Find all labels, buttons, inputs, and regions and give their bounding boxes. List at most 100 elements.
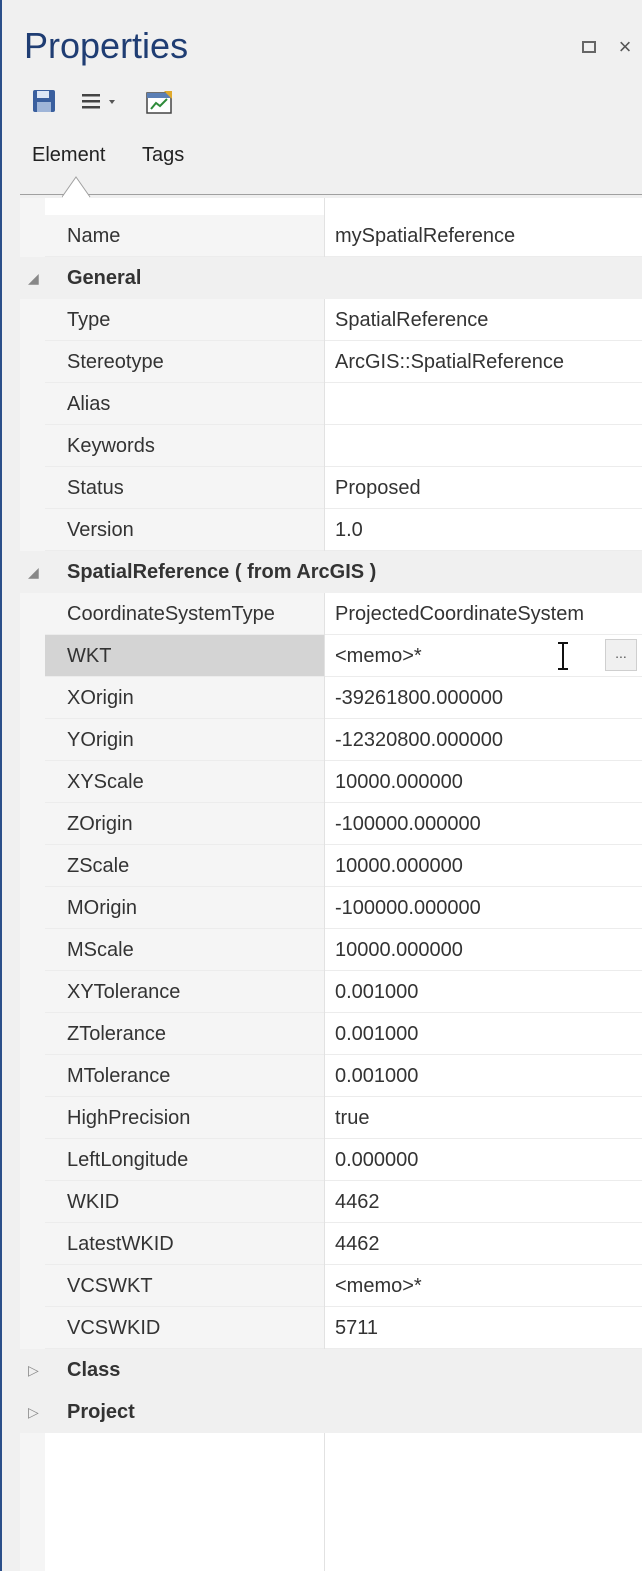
property-value[interactable]: SpatialReference (335, 307, 488, 333)
property-value[interactable]: -12320800.000000 (335, 727, 503, 753)
property-value[interactable]: 0.001000 (335, 1021, 418, 1047)
collapse-triangle-icon[interactable]: ◢ (28, 268, 39, 288)
tab-tags[interactable]: Tags (142, 142, 184, 168)
property-value[interactable]: mySpatialReference (335, 223, 515, 249)
panel-title: Properties (24, 25, 189, 66)
property-label: LeftLongitude (67, 1149, 189, 1171)
property-label: Name (67, 225, 121, 247)
property-value[interactable]: 0.001000 (335, 979, 418, 1005)
active-tab-pointer (62, 176, 91, 198)
tab-element[interactable]: Element (32, 142, 105, 168)
toolbar (2, 80, 642, 128)
property-row-zscale[interactable]: ZScale 10000.000000 (20, 845, 642, 887)
property-label: Status (67, 477, 124, 499)
expand-triangle-icon[interactable]: ▷ (28, 1402, 39, 1422)
property-row-xytolerance[interactable]: XYTolerance 0.001000 (20, 971, 642, 1013)
property-value[interactable]: 4462 (335, 1189, 380, 1215)
property-row-status[interactable]: Status Proposed (20, 467, 642, 509)
property-value[interactable]: 4462 (335, 1231, 380, 1257)
property-row-xorigin[interactable]: XOrigin -39261800.000000 (20, 677, 642, 719)
property-label: Alias (67, 393, 111, 415)
property-label: XYTolerance (67, 981, 181, 1003)
property-value[interactable]: true (335, 1105, 369, 1131)
property-label: MTolerance (67, 1065, 171, 1087)
property-value[interactable]: -100000.000000 (335, 811, 481, 837)
property-row-vcswkid[interactable]: VCSWKID 5711 (20, 1307, 642, 1349)
properties-panel: Properties × Element Tags Name mySpatial… (0, 0, 642, 1571)
property-row-yorigin[interactable]: YOrigin -12320800.000000 (20, 719, 642, 761)
property-label: Keywords (67, 435, 155, 457)
category-class[interactable]: ▷ Class (20, 1349, 642, 1391)
menu-icon[interactable] (80, 88, 116, 118)
property-label: ZTolerance (67, 1023, 166, 1045)
property-row-vcswkt[interactable]: VCSWKT <memo>* (20, 1265, 642, 1307)
property-label: MOrigin (67, 897, 138, 919)
property-value[interactable]: -100000.000000 (335, 895, 481, 921)
title-bar: Properties × (2, 0, 642, 80)
property-value[interactable]: -39261800.000000 (335, 685, 503, 711)
property-row-mscale[interactable]: MScale 10000.000000 (20, 929, 642, 971)
property-label: Stereotype (67, 351, 164, 373)
tab-divider (20, 194, 642, 195)
maximize-icon[interactable] (578, 36, 600, 58)
property-label: VCSWKT (67, 1275, 153, 1297)
category-general[interactable]: ◢ General (20, 257, 642, 299)
property-row-leftlongitude[interactable]: LeftLongitude 0.000000 (20, 1139, 642, 1181)
property-row-alias[interactable]: Alias (20, 383, 642, 425)
property-row-zorigin[interactable]: ZOrigin -100000.000000 (20, 803, 642, 845)
property-grid: Name mySpatialReference ◢ General Type S… (20, 198, 642, 1571)
property-value[interactable]: <memo>* (335, 643, 422, 669)
property-value[interactable]: 5711 (335, 1315, 378, 1341)
property-label: WKID (67, 1191, 120, 1213)
property-row-keywords[interactable]: Keywords (20, 425, 642, 467)
expand-triangle-icon[interactable]: ▷ (28, 1360, 39, 1380)
property-row-xyscale[interactable]: XYScale 10000.000000 (20, 761, 642, 803)
property-value[interactable]: 10000.000000 (335, 853, 463, 879)
property-row-latestwkid[interactable]: LatestWKID 4462 (20, 1223, 642, 1265)
property-value[interactable]: 1.0 (335, 517, 363, 543)
property-row-type[interactable]: Type SpatialReference (20, 299, 642, 341)
property-value[interactable]: ArcGIS::SpatialReference (335, 349, 564, 375)
property-row-version[interactable]: Version 1.0 (20, 509, 642, 551)
property-value[interactable]: ProjectedCoordinateSystem (335, 601, 584, 627)
property-label: LatestWKID (67, 1233, 174, 1255)
property-label: YOrigin (67, 729, 134, 751)
property-row-wkt[interactable]: WKT <memo>* ... (20, 635, 642, 677)
property-label: ZOrigin (67, 813, 133, 835)
property-value[interactable]: 0.001000 (335, 1063, 418, 1089)
property-row-morigin[interactable]: MOrigin -100000.000000 (20, 887, 642, 929)
property-value[interactable]: <memo>* (335, 1273, 422, 1299)
edit-memo-button[interactable]: ... (605, 639, 637, 671)
property-row-highprecision[interactable]: HighPrecision true (20, 1097, 642, 1139)
property-value[interactable]: Proposed (335, 475, 421, 501)
property-label: WKT (67, 645, 112, 667)
text-cursor-icon (558, 642, 568, 670)
property-label: MScale (67, 939, 134, 961)
category-label: Class (67, 1359, 121, 1381)
property-label: Version (67, 519, 134, 541)
property-row-wkid[interactable]: WKID 4462 (20, 1181, 642, 1223)
tab-bar: Element Tags (2, 128, 642, 198)
property-value[interactable]: 10000.000000 (335, 769, 463, 795)
property-row-mtolerance[interactable]: MTolerance 0.001000 (20, 1055, 642, 1097)
property-label: CoordinateSystemType (67, 603, 275, 625)
property-row-stereotype[interactable]: Stereotype ArcGIS::SpatialReference (20, 341, 642, 383)
property-value[interactable]: 0.000000 (335, 1147, 418, 1173)
property-row-coordinatesystemtype[interactable]: CoordinateSystemType ProjectedCoordinate… (20, 593, 642, 635)
close-icon[interactable]: × (614, 36, 636, 58)
property-label: ZScale (67, 855, 130, 877)
property-value[interactable]: 10000.000000 (335, 937, 463, 963)
collapse-triangle-icon[interactable]: ◢ (28, 562, 39, 582)
property-label: XOrigin (67, 687, 134, 709)
category-spatialreference[interactable]: ◢ SpatialReference ( from ArcGIS ) (20, 551, 642, 593)
property-label: HighPrecision (67, 1107, 191, 1129)
category-project[interactable]: ▷ Project (20, 1391, 642, 1433)
properties-icon[interactable] (142, 88, 176, 118)
property-row-name[interactable]: Name mySpatialReference (20, 215, 642, 257)
save-icon[interactable] (32, 88, 56, 118)
category-label: SpatialReference ( from ArcGIS ) (67, 561, 377, 583)
property-label: VCSWKID (67, 1317, 161, 1339)
category-label: Project (67, 1401, 135, 1423)
property-row-ztolerance[interactable]: ZTolerance 0.001000 (20, 1013, 642, 1055)
property-label: XYScale (67, 771, 144, 793)
